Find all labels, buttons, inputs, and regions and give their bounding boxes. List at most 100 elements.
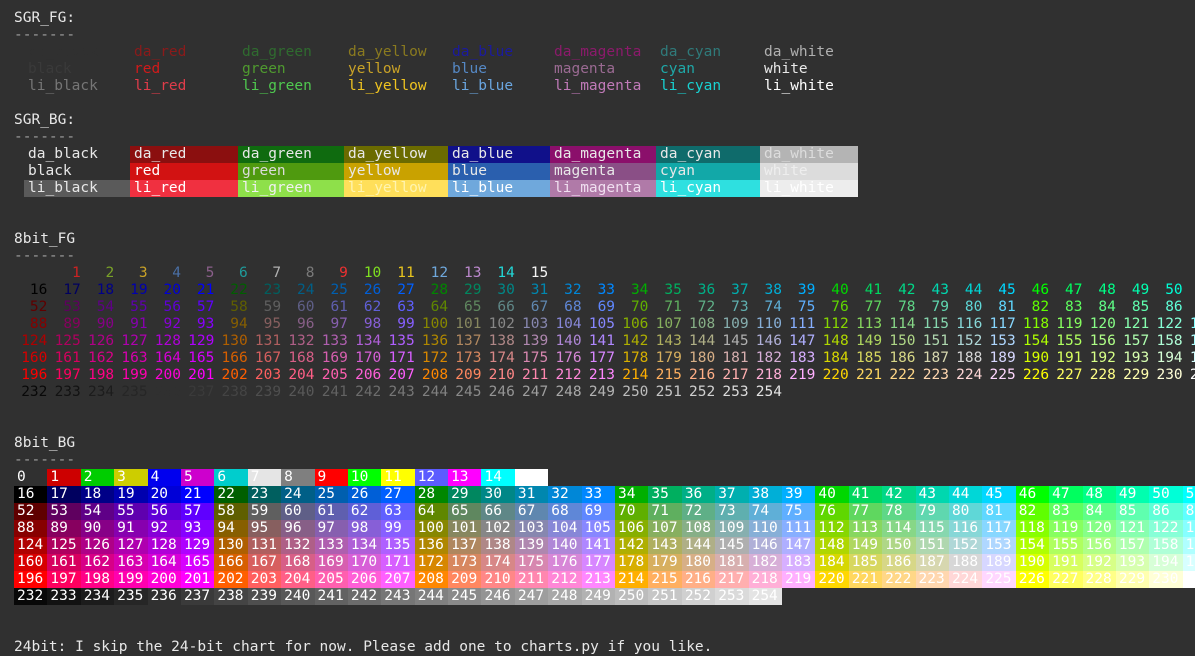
- bit8-bg-index-139: 139: [514, 537, 549, 554]
- bit8-fg-index-214: 214: [622, 367, 649, 383]
- sgr-fg-swatch-li-red: li_red: [134, 78, 187, 94]
- sgr-bg-swatch-da-yellow: da_yellow: [344, 146, 448, 163]
- bit8-fg-index-116: 116: [956, 316, 983, 332]
- bit8-fg-index-142: 142: [622, 333, 649, 349]
- bit8-bg-index-230: 230: [1149, 571, 1183, 588]
- bit8-fg-index-227: 227: [1056, 367, 1083, 383]
- bit8-bg-index-218: 218: [748, 571, 782, 588]
- bit8-fg-index-237: 237: [188, 384, 215, 400]
- bit8-fg-index-212: 212: [555, 367, 582, 383]
- bit8-fg-index-107: 107: [655, 316, 682, 332]
- bit8-fg-index-213: 213: [588, 367, 616, 383]
- bit8-fg-index-236: 236: [154, 384, 181, 400]
- bit8-bg-index-173: 173: [448, 554, 482, 571]
- bit8-bg-index-174: 174: [481, 554, 515, 571]
- bit8-bg-index-25: 25: [314, 486, 348, 503]
- bit8-bg-index-9: 9: [314, 469, 348, 486]
- bit8-fg-index-106: 106: [622, 316, 649, 332]
- bit8-bg-index-131: 131: [247, 537, 282, 554]
- bit8-fg-index-195: 195: [1189, 350, 1195, 366]
- bit8-fg-index-254: 254: [755, 384, 782, 400]
- bit8-bg-index-226: 226: [1015, 571, 1050, 588]
- bit8-bg-index-209: 209: [448, 571, 482, 588]
- bit8-fg-index-157: 157: [1123, 333, 1150, 349]
- bit8-fg-index-32: 32: [564, 282, 582, 298]
- bit8-fg-index-209: 209: [455, 367, 482, 383]
- bit8-fg-index-98: 98: [363, 316, 382, 332]
- bit8-bg-index-108: 108: [681, 520, 716, 537]
- bit8-fg-index-135: 135: [388, 333, 415, 349]
- bit8-fg-index-220: 220: [822, 367, 849, 383]
- bit8-bg-index-72: 72: [681, 503, 716, 520]
- bit8-bg-index-243: 243: [381, 588, 415, 605]
- bit8-fg-index-161: 161: [54, 350, 81, 366]
- bit8-fg-index-218: 218: [755, 367, 782, 383]
- bit8-bg-index-214: 214: [615, 571, 649, 588]
- bit8-bg-index-137: 137: [448, 537, 482, 554]
- bit8-bg-index-210: 210: [481, 571, 515, 588]
- bit8-bg-index-154: 154: [1015, 537, 1050, 554]
- sgr-bg-swatch-li-green: li_green: [238, 180, 344, 197]
- bit8-bg-index-23: 23: [247, 486, 282, 503]
- bit8-fg-index-7: 7: [272, 265, 282, 281]
- bit8-fg-row: 52 53 54 55 56 57 58 59 60 61 62 63 64 65 66 67 68 69 70 71…: [14, 299, 1195, 316]
- bit8-bg-index-77: 77: [848, 503, 883, 520]
- bit8-fg-index-56: 56: [163, 299, 181, 315]
- bit8-bg-index-190: 190: [1015, 554, 1050, 571]
- bit8-fg-index-18: 18: [96, 282, 115, 298]
- bit8-bg-index-12: 12: [414, 469, 449, 486]
- bit8-bg-index-180: 180: [681, 554, 716, 571]
- bit8-bg-header-row: 0 1 2 3 4 5 6 7 8 9 10 11 12 13 14 15: [14, 469, 1195, 486]
- bit8-bg-index-79: 79: [915, 503, 949, 520]
- bit8-bg-index-224: 224: [948, 571, 983, 588]
- bit8-bg-row: 196 197 198 199 200 201 202 203 204 205 206 207 208 2…: [14, 571, 1195, 588]
- bit8-fg-index-108: 108: [689, 316, 716, 332]
- bit8-fg-index-1: 1: [72, 265, 81, 281]
- bit8-fg-index-44: 44: [964, 282, 983, 298]
- sgr-fg-swatch-li-black: li_black: [28, 78, 98, 94]
- bit8-bg-index-245: 245: [448, 588, 482, 605]
- bit8-bg-index-24: 24: [281, 486, 315, 503]
- bit8-fg-index-241: 241: [321, 384, 348, 400]
- bit8-fg-index-25: 25: [330, 282, 348, 298]
- bit8-fg-index-101: 101: [455, 316, 482, 332]
- bit8-bg-index-74: 74: [748, 503, 782, 520]
- bit8-fg-index-16: 16: [29, 282, 48, 298]
- bit8-bg-index-200: 200: [147, 571, 181, 588]
- sgr-bg-swatch-li-yellow: li_yellow: [344, 180, 448, 197]
- bit8-fg-index-91: 91: [130, 316, 148, 332]
- bit8-bg-index-121: 121: [1115, 520, 1150, 537]
- sgr-bg-swatch-li-cyan: li_cyan: [656, 180, 760, 197]
- bit8-fg-index-26: 26: [363, 282, 382, 298]
- bit8-fg-index-246: 246: [488, 384, 515, 400]
- bit8-fg-index-147: 147: [789, 333, 816, 349]
- bit8-fg-index-196: 196: [21, 367, 48, 383]
- bit8-fg-index-43: 43: [931, 282, 949, 298]
- bit8-fg-index-15: 15: [530, 265, 549, 281]
- bit8-bg-index-22: 22: [214, 486, 248, 503]
- bit8-fg-index-48: 48: [1098, 282, 1116, 298]
- bit8-fg-index-105: 105: [588, 316, 616, 332]
- bit8-bg-index-233: 233: [47, 588, 81, 605]
- bit8-fg-index-160: 160: [21, 350, 48, 366]
- bit8-fg-index-4: 4: [172, 265, 181, 281]
- sgr-fg-swatch-da-white: da_white: [764, 44, 834, 60]
- bit8-bg-index-31: 31: [514, 486, 549, 503]
- bit8-bg-row: 124 125 126 127 128 129 130 131 132 133 134 135 136 1…: [14, 537, 1195, 554]
- bit8-bg-row: 16 17 18 19 20 21 22 23 24 25 26 27 28 29 30 31 32 33 34 35…: [14, 486, 1195, 503]
- bit8-bg-index-157: 157: [1115, 537, 1150, 554]
- bit8-bg-index-197: 197: [47, 571, 81, 588]
- bit8-bg-index-126: 126: [80, 537, 115, 554]
- bit8-fg-index-148: 148: [822, 333, 849, 349]
- bit8-bg-index-88: 88: [14, 520, 48, 537]
- bit8-fg-index-177: 177: [588, 350, 616, 366]
- bit8-fg-index-162: 162: [87, 350, 115, 366]
- bit8-bg-index-252: 252: [681, 588, 716, 605]
- bit8-fg-index-71: 71: [664, 299, 682, 315]
- bit8-bg-index-60: 60: [281, 503, 315, 520]
- bit8-bg-index-228: 228: [1082, 571, 1116, 588]
- bit8-fg-index-109: 109: [722, 316, 749, 332]
- bit8-bg-index-179: 179: [648, 554, 682, 571]
- bit8-fg-index-124: 124: [21, 333, 48, 349]
- bit8-bg-index-93: 93: [180, 520, 215, 537]
